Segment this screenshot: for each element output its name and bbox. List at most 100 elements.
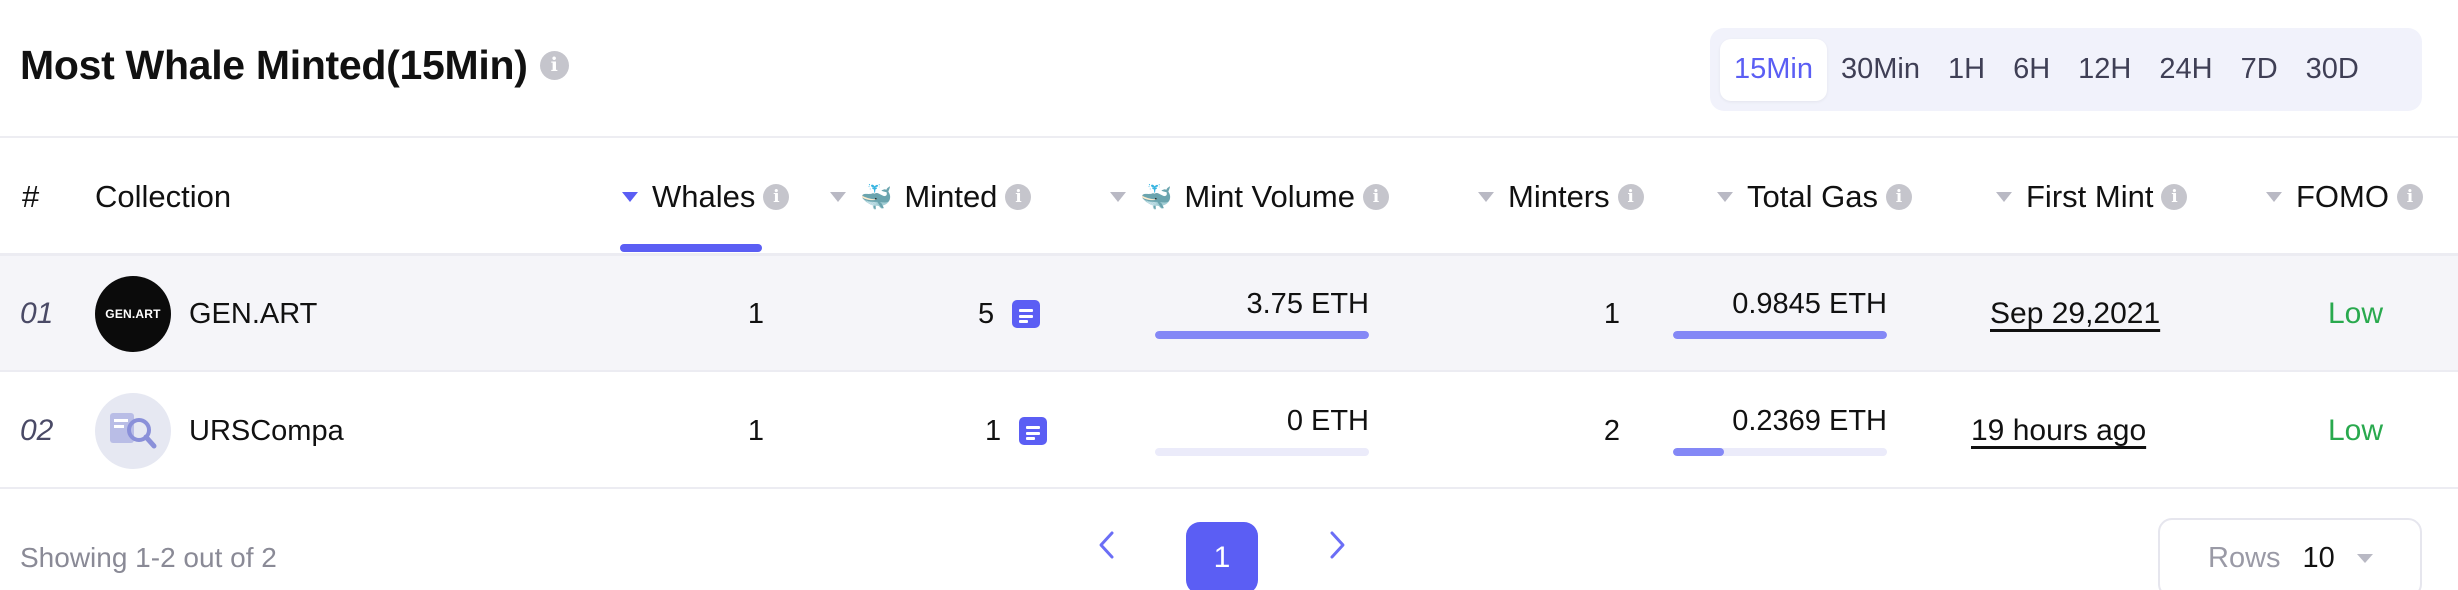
column-first-mint-label: First Mint (2026, 179, 2154, 214)
whales-value: 1 (747, 297, 764, 330)
column-whales-label: Whales (652, 179, 756, 214)
info-icon[interactable]: i (2161, 184, 2188, 210)
column-mint-volume[interactable]: 🐳 Mint Volume i (1110, 138, 1389, 256)
column-minters[interactable]: Minters i (1478, 138, 1644, 256)
total-gas-bar (1673, 330, 1887, 339)
chevron-left-icon (1099, 531, 1114, 559)
column-minted[interactable]: 🐳 Minted i (830, 138, 1032, 256)
document-icon[interactable] (1019, 417, 1048, 445)
rows-per-page-value: 10 (2302, 541, 2335, 574)
panel-header: Most Whale Minted(15Min) i 15Min 30Min 1… (0, 0, 2458, 138)
mint-volume-bar-fill (1155, 330, 1369, 339)
sort-caret-icon (2266, 192, 2282, 202)
avatar: GEN.ART (95, 276, 171, 352)
column-first-mint[interactable]: First Mint i (1996, 138, 2188, 256)
column-rank: # (22, 138, 39, 256)
range-7d-button[interactable]: 7D (2227, 39, 2292, 101)
info-icon[interactable]: i (2397, 184, 2423, 210)
next-page-button[interactable] (1322, 530, 1352, 560)
column-rank-label: # (22, 179, 40, 214)
previous-page-button[interactable] (1092, 530, 1122, 560)
document-icon[interactable] (1012, 300, 1041, 328)
avatar (95, 393, 171, 469)
whales-value: 1 (747, 414, 764, 447)
first-mint-cell: Sep 29,2021 (1990, 256, 2160, 372)
row-rank: 02 (20, 414, 54, 447)
minted-value: 1 (985, 414, 1002, 447)
info-icon[interactable]: i (763, 184, 790, 210)
range-12h-button[interactable]: 12H (2064, 39, 2145, 101)
total-gas-cell: 0.2369 ETH (1673, 373, 1887, 489)
info-icon[interactable]: i (539, 51, 569, 80)
page-1-button[interactable]: 1 (1186, 522, 1258, 590)
minted-cell: 1 (985, 373, 1048, 489)
row-rank: 01 (20, 297, 54, 330)
minters-value: 2 (1603, 414, 1620, 447)
first-mint-link[interactable]: 19 hours ago (1971, 414, 2146, 448)
minters-value: 1 (1603, 297, 1620, 330)
column-collection: Collection (95, 138, 231, 256)
range-6h-button[interactable]: 6H (1999, 39, 2064, 101)
info-icon[interactable]: i (1885, 184, 1912, 210)
column-collection-label: Collection (95, 179, 232, 214)
column-total-gas[interactable]: Total Gas i (1717, 138, 1912, 256)
whale-icon: 🐳 (860, 181, 893, 212)
collection-name[interactable]: GEN.ART (189, 298, 317, 331)
range-15min-button[interactable]: 15Min (1720, 38, 1827, 101)
fomo-value: Low (2328, 297, 2384, 330)
active-sort-indicator (620, 244, 762, 252)
chevron-right-icon (1330, 531, 1345, 559)
minted-cell: 5 (978, 256, 1041, 372)
mint-volume-value: 3.75 ETH (1246, 287, 1370, 320)
total-gas-cell: 0.9845 ETH (1673, 256, 1887, 372)
panel-title-wrap: Most Whale Minted(15Min) i (20, 42, 569, 89)
table-footer: Showing 1-2 out of 2 1 Rows 10 (0, 490, 2458, 590)
column-minted-label: Minted (904, 179, 998, 214)
sort-caret-icon (622, 192, 638, 202)
sort-caret-icon (1717, 192, 1733, 202)
range-24h-button[interactable]: 24H (2145, 39, 2226, 101)
chevron-down-icon (2356, 553, 2373, 563)
sort-caret-icon (1110, 192, 1126, 202)
rows-per-page-select[interactable]: Rows 10 (2158, 518, 2422, 590)
total-gas-bar (1673, 447, 1887, 456)
column-total-gas-label: Total Gas (1747, 179, 1878, 214)
info-icon[interactable]: i (1362, 184, 1389, 210)
mint-volume-value: 0 ETH (1286, 404, 1369, 437)
time-range-selector: 15Min 30Min 1H 6H 12H 24H 7D 30D (1710, 28, 2422, 111)
table-row[interactable]: 02 URSCompa 1 1 0 ETH 2 0.2369 ETH 19 ho… (0, 373, 2458, 489)
fomo-value: Low (2328, 414, 2384, 447)
collection-logo-icon (110, 413, 157, 449)
sort-caret-icon (1996, 192, 2012, 202)
column-fomo-label: FOMO (2296, 179, 2389, 214)
sort-caret-icon (830, 192, 846, 202)
total-gas-bar-fill (1673, 447, 1725, 456)
mint-volume-bar (1155, 447, 1369, 456)
mint-volume-cell: 0 ETH (1155, 373, 1369, 489)
total-gas-value: 0.9845 ETH (1732, 287, 1887, 320)
collection-name[interactable]: URSCompa (189, 415, 344, 448)
table-header: # Collection Whales i 🐳 Minted i 🐳 Mint … (0, 138, 2458, 256)
collection-cell[interactable]: URSCompa (95, 373, 344, 489)
rows-per-page-label: Rows (2208, 541, 2281, 574)
total-gas-value: 0.2369 ETH (1732, 404, 1887, 437)
first-mint-link[interactable]: Sep 29,2021 (1990, 297, 2160, 331)
panel-title: Most Whale Minted(15Min) (20, 42, 528, 88)
table-row[interactable]: 01 GEN.ART GEN.ART 1 5 3.75 ETH 1 0.9845… (0, 256, 2458, 372)
pagination-summary: Showing 1-2 out of 2 (20, 542, 277, 573)
range-1h-button[interactable]: 1H (1934, 39, 1999, 101)
total-gas-bar-fill (1673, 330, 1887, 339)
range-30min-button[interactable]: 30Min (1827, 39, 1934, 101)
column-mint-volume-label: Mint Volume (1184, 179, 1355, 214)
info-icon[interactable]: i (1617, 184, 1644, 210)
whale-icon: 🐳 (1140, 181, 1173, 212)
sort-caret-icon (1478, 192, 1494, 202)
range-30d-button[interactable]: 30D (2292, 39, 2373, 101)
mint-volume-cell: 3.75 ETH (1155, 256, 1369, 372)
column-whales[interactable]: Whales i (622, 138, 790, 256)
mint-volume-bar (1155, 330, 1369, 339)
first-mint-cell: 19 hours ago (1971, 373, 2146, 489)
info-icon[interactable]: i (1005, 184, 1032, 210)
collection-cell[interactable]: GEN.ART GEN.ART (95, 256, 317, 372)
column-fomo[interactable]: FOMO i (2266, 138, 2423, 256)
